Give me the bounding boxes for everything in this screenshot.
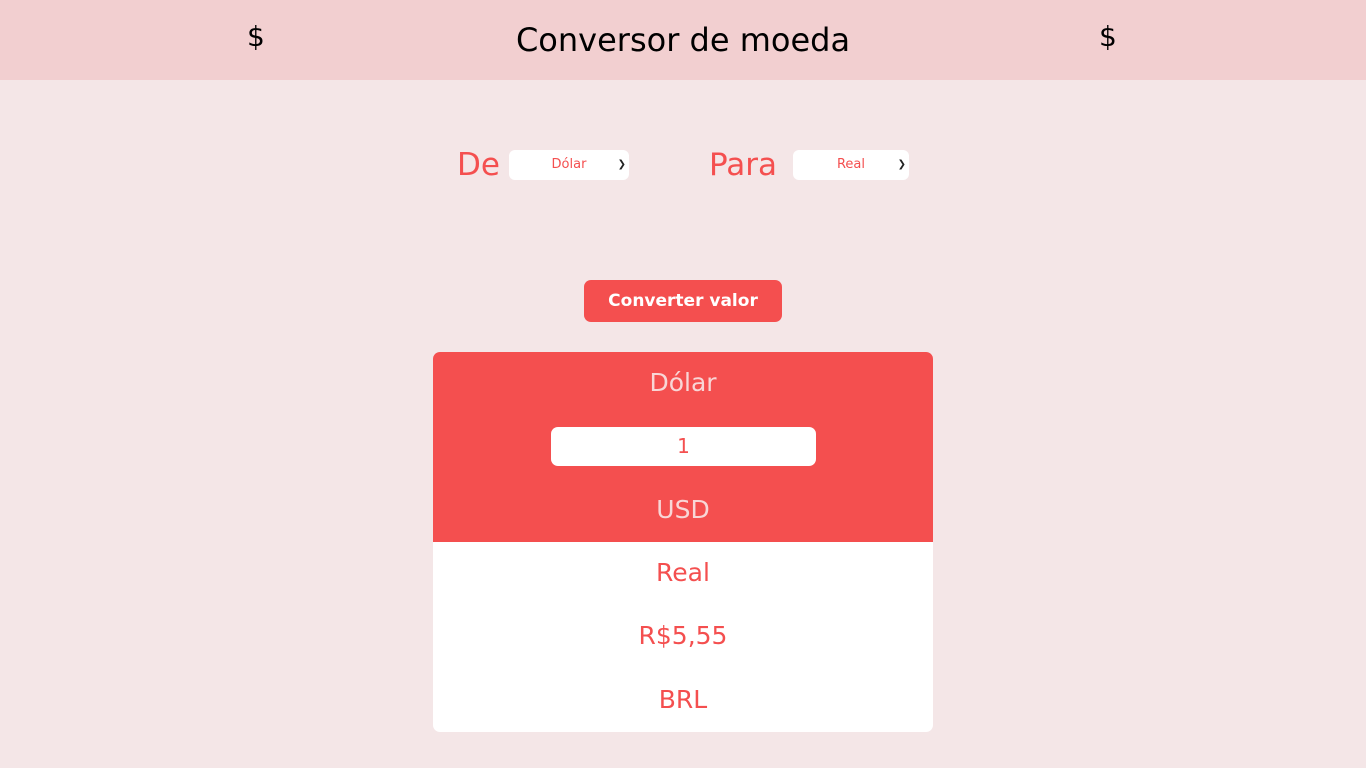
page-header: $ Conversor de moeda $ [0,0,1366,80]
convert-button[interactable]: Converter valor [584,280,782,322]
conversion-card: Dólar 1 USD Real R$5,55 BRL [433,352,933,732]
dollar-icon: $ [1099,20,1117,53]
chevron-down-icon: ❯ [897,159,906,170]
source-currency-name: Dólar [649,368,717,397]
source-section: Dólar 1 USD [433,352,933,542]
to-label: Para [709,147,778,183]
from-currency-select[interactable]: Dólar ❯ [509,150,629,180]
result-section: Real R$5,55 BRL [433,542,933,732]
amount-input[interactable]: 1 [551,427,816,466]
result-currency-code: BRL [658,685,708,714]
page-title: Conversor de moeda [515,21,851,59]
to-currency-value: Real [836,157,866,172]
from-label: De [457,147,500,183]
from-currency-value: Dólar [551,157,587,172]
result-amount: R$5,55 [638,621,728,650]
chevron-down-icon: ❯ [617,159,626,170]
to-currency-select[interactable]: Real ❯ [793,150,909,180]
result-currency-name: Real [656,558,710,587]
source-currency-code: USD [656,495,710,524]
